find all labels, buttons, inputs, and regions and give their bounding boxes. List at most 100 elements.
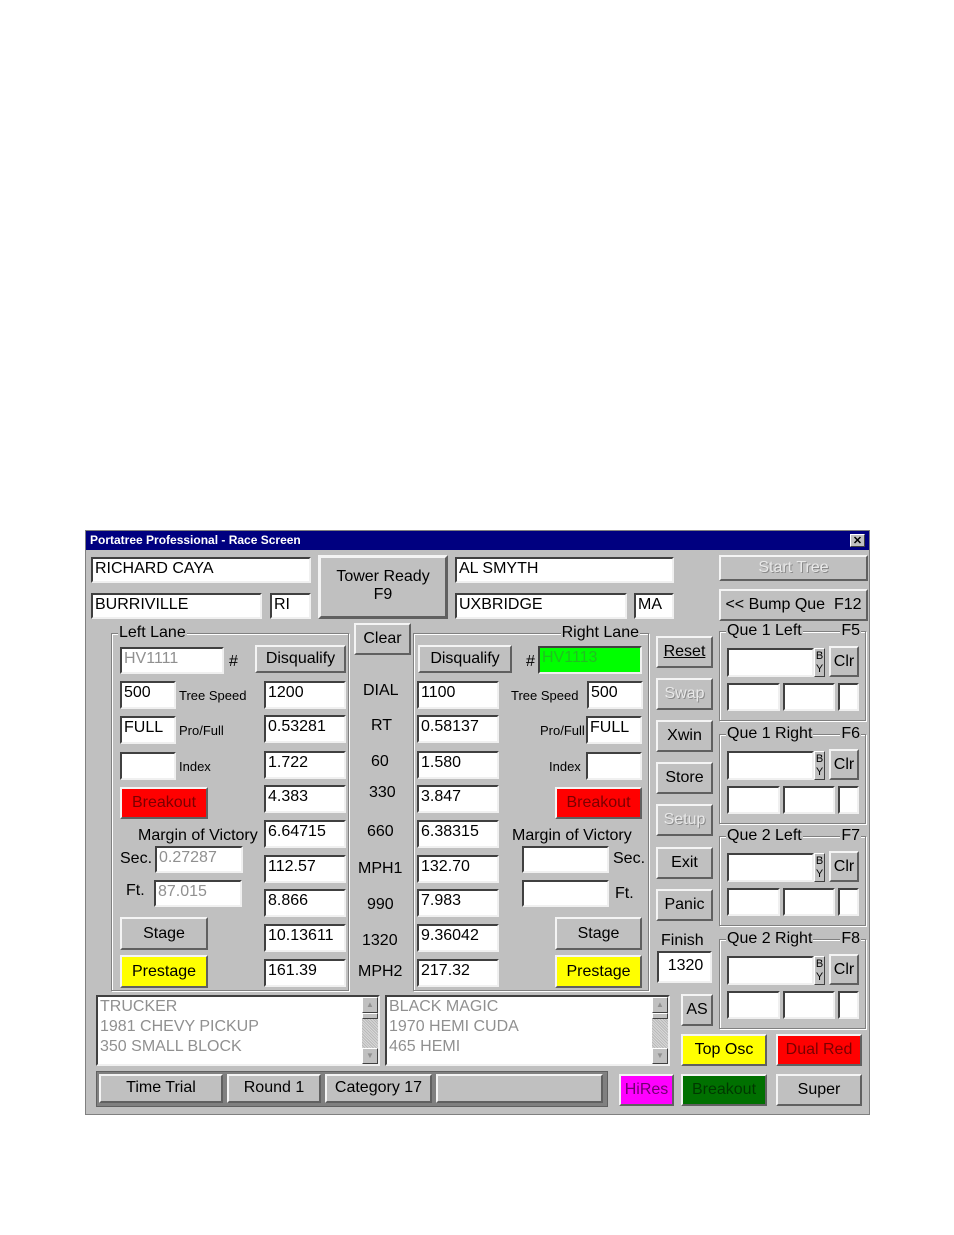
right-index-field[interactable] xyxy=(586,752,642,780)
right-stage-button[interactable]: Stage xyxy=(555,917,642,950)
right-990ft[interactable]: 7.983 xyxy=(417,889,499,917)
queue-field-3[interactable] xyxy=(838,888,859,916)
reset-button[interactable]: Reset xyxy=(656,636,713,668)
right-prestage-button[interactable]: Prestage xyxy=(555,955,642,988)
scroll-up-icon[interactable]: ▲ xyxy=(652,997,668,1013)
left-330ft[interactable]: 4.383 xyxy=(264,785,346,813)
left-state[interactable]: RI xyxy=(270,593,311,619)
start-tree-button[interactable]: Start Tree xyxy=(719,555,868,581)
queue-by-button[interactable]: B Y xyxy=(814,956,825,985)
left-990ft[interactable]: 8.866 xyxy=(264,889,346,917)
right-ft-label: Ft. xyxy=(615,885,634,902)
right-mph2[interactable]: 217.32 xyxy=(417,959,499,987)
queue-car-field[interactable] xyxy=(727,751,814,780)
left-driver-name[interactable]: RICHARD CAYA xyxy=(91,557,311,583)
queue-by-button[interactable]: B Y xyxy=(814,751,825,780)
queue-field-2[interactable] xyxy=(783,991,835,1019)
queue-by-button[interactable]: B Y xyxy=(814,853,825,882)
queue-by-button[interactable]: B Y xyxy=(814,648,825,677)
queue-field-1[interactable] xyxy=(727,786,780,814)
queue-field-3[interactable] xyxy=(838,683,859,711)
queue-clear-button[interactable]: Clr xyxy=(829,954,859,985)
xwin-button[interactable]: Xwin xyxy=(656,720,713,752)
right-pro-full-field[interactable]: FULL xyxy=(586,716,642,744)
scroll-up-icon[interactable]: ▲ xyxy=(362,997,378,1013)
close-icon[interactable]: ✕ xyxy=(850,534,865,547)
queue-field-2[interactable] xyxy=(783,683,835,711)
queue-clear-button[interactable]: Clr xyxy=(829,646,859,677)
right-rt[interactable]: 0.58137 xyxy=(417,715,499,743)
right-margin-ft[interactable] xyxy=(522,880,609,907)
queue-field-1[interactable] xyxy=(727,888,780,916)
breakout-mode-button[interactable]: Breakout xyxy=(681,1074,767,1106)
setup-button[interactable]: Setup xyxy=(656,804,713,836)
left-mph1[interactable]: 112.57 xyxy=(264,855,346,883)
right-breakout-button[interactable]: Breakout xyxy=(555,787,642,819)
right-car-number[interactable]: HV1113 xyxy=(538,646,642,674)
right-disqualify-button[interactable]: Disqualify xyxy=(418,645,512,673)
queue-car-field[interactable] xyxy=(727,853,814,882)
queue-field-1[interactable] xyxy=(727,991,780,1019)
left-index-field[interactable] xyxy=(120,752,176,780)
left-car-info-scrollbar[interactable]: ▲ ▼ xyxy=(362,997,378,1064)
scroll-thumb[interactable] xyxy=(362,1013,378,1019)
left-rt[interactable]: 0.53281 xyxy=(264,715,346,743)
left-stage-button[interactable]: Stage xyxy=(120,917,208,950)
tower-ready-button[interactable]: Tower Ready F9 xyxy=(318,555,448,619)
super-button[interactable]: Super xyxy=(776,1074,862,1106)
queue-car-field[interactable] xyxy=(727,648,814,677)
left-660ft[interactable]: 6.64715 xyxy=(264,820,346,848)
left-dial[interactable]: 1200 xyxy=(264,681,346,709)
right-tree-speed-field[interactable]: 500 xyxy=(587,681,643,709)
left-disqualify-button[interactable]: Disqualify xyxy=(255,645,346,673)
queue-field-3[interactable] xyxy=(838,786,859,814)
queue-field-2[interactable] xyxy=(783,786,835,814)
left-city[interactable]: BURRIVILLE xyxy=(91,593,262,619)
store-button[interactable]: Store xyxy=(656,762,713,794)
left-car-info[interactable]: TRUCKER 1981 CHEVY PICKUP 350 SMALL BLOC… xyxy=(96,995,380,1066)
left-pro-full-field[interactable]: FULL xyxy=(120,716,176,744)
bump-que-button[interactable]: << Bump Que F12 xyxy=(719,589,868,621)
queue-car-field[interactable] xyxy=(727,956,814,985)
right-dial[interactable]: 1100 xyxy=(417,681,499,709)
right-state[interactable]: MA xyxy=(634,593,674,619)
left-car-number[interactable]: HV1111 xyxy=(120,647,224,674)
scroll-thumb[interactable] xyxy=(652,1013,668,1019)
left-tree-speed-field[interactable]: 500 xyxy=(120,681,176,709)
exit-button[interactable]: Exit xyxy=(656,847,713,879)
queue-clear-button[interactable]: Clr xyxy=(829,749,859,780)
right-660ft[interactable]: 6.38315 xyxy=(417,820,499,848)
left-margin-sec[interactable]: 0.27287 xyxy=(155,846,243,873)
left-1320ft[interactable]: 10.13611 xyxy=(264,924,346,952)
queue-clear-button[interactable]: Clr xyxy=(829,851,859,882)
top-osc-button[interactable]: Top Osc xyxy=(681,1034,767,1066)
reset-label: Reset xyxy=(663,643,706,660)
right-car-info-scrollbar[interactable]: ▲ ▼ xyxy=(652,997,668,1064)
queue-field-2[interactable] xyxy=(783,888,835,916)
left-mph2[interactable]: 161.39 xyxy=(264,959,346,987)
clear-button[interactable]: Clear xyxy=(354,623,411,655)
as-button[interactable]: AS xyxy=(681,994,713,1026)
left-60ft[interactable]: 1.722 xyxy=(264,751,346,779)
right-1320ft[interactable]: 9.36042 xyxy=(417,924,499,952)
right-driver-name[interactable]: AL SMYTH xyxy=(455,557,674,583)
hires-button[interactable]: HiRes xyxy=(619,1074,674,1106)
scroll-down-icon[interactable]: ▼ xyxy=(362,1048,378,1064)
finish-field[interactable]: 1320 xyxy=(657,951,712,983)
left-breakout-button[interactable]: Breakout xyxy=(120,787,208,819)
scroll-down-icon[interactable]: ▼ xyxy=(652,1048,668,1064)
swap-button[interactable]: Swap xyxy=(656,678,713,710)
left-prestage-button[interactable]: Prestage xyxy=(120,955,208,988)
dual-red-button[interactable]: Dual Red xyxy=(776,1034,862,1066)
panic-button[interactable]: Panic xyxy=(656,889,713,921)
left-margin-ft[interactable]: 87.015 xyxy=(154,880,242,907)
right-car-info[interactable]: BLACK MAGIC 1970 HEMI CUDA 465 HEMI ▲ ▼ xyxy=(385,995,670,1066)
queue-field-3[interactable] xyxy=(838,991,859,1019)
right-city[interactable]: UXBRIDGE xyxy=(455,593,627,619)
right-margin-sec[interactable] xyxy=(522,846,609,873)
right-mph1[interactable]: 132.70 xyxy=(417,855,499,883)
queue-key: F5 xyxy=(840,622,861,640)
right-60ft[interactable]: 1.580 xyxy=(417,751,499,779)
queue-field-1[interactable] xyxy=(727,683,780,711)
right-330ft[interactable]: 3.847 xyxy=(417,785,499,813)
